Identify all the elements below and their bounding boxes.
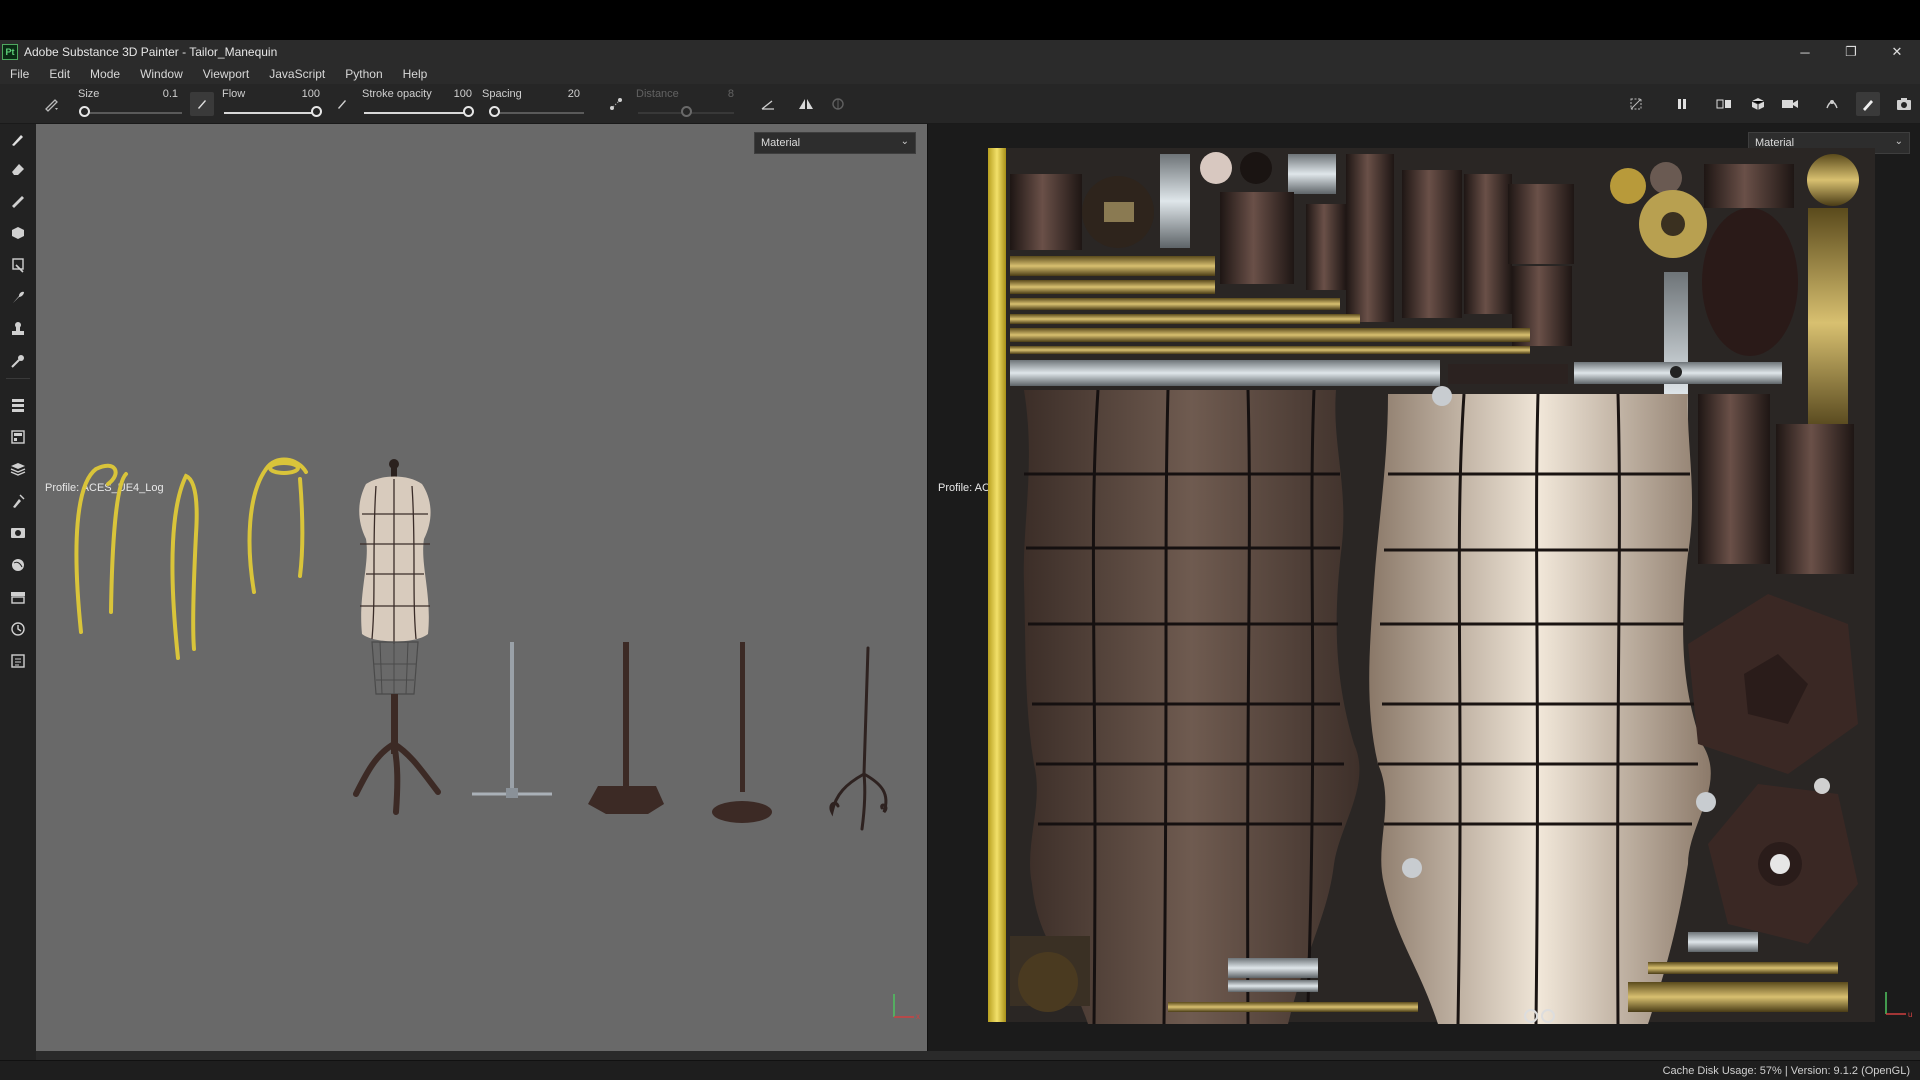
size-slider-knob[interactable]	[79, 106, 90, 117]
flow-pen-pressure-toggle[interactable]	[190, 92, 214, 116]
viewport-2d[interactable]: Material ⌄ Profile: ACES_UE4_Log	[928, 124, 1920, 1051]
eraser-tool-icon[interactable]	[6, 158, 30, 180]
tape-measure-mesh	[74, 457, 308, 660]
stroke-opacity-pen-pressure-toggle[interactable]	[330, 92, 354, 116]
spacing-label: Spacing	[482, 88, 522, 100]
screenshot-icon[interactable]	[1892, 92, 1916, 116]
menu-viewport[interactable]: Viewport	[203, 67, 249, 81]
size-slider-track[interactable]	[84, 112, 182, 114]
menu-mode[interactable]: Mode	[90, 67, 120, 81]
uv-texture-render: u	[988, 148, 1912, 1025]
status-text: Cache Disk Usage: 57% | Version: 9.1.2 (…	[1662, 1065, 1910, 1077]
stroke-opacity-slider-knob[interactable]	[463, 106, 474, 117]
restore-button[interactable]: ❐	[1828, 40, 1874, 64]
menu-window[interactable]: Window	[140, 67, 183, 81]
distance-slider-knob	[681, 106, 692, 117]
flow-value[interactable]: 100	[290, 88, 320, 100]
dress-form-mesh	[353, 459, 441, 815]
menu-python[interactable]: Python	[345, 67, 382, 81]
display-settings-panel-icon[interactable]	[6, 522, 30, 544]
tripod-stand-mesh	[829, 646, 888, 831]
size-label: Size	[78, 88, 100, 100]
spacing-slider-track[interactable]	[494, 112, 584, 114]
lazy-mouse-icon[interactable]	[604, 92, 628, 116]
projection-tool-icon[interactable]	[6, 190, 30, 212]
pause-engine-icon[interactable]	[1670, 92, 1694, 116]
flow-slider-fill	[224, 112, 316, 114]
uv-axis-gizmo: u	[1885, 992, 1912, 1019]
viewport-3d[interactable]: Material ⌄ Profile: ACES_UE4_Log x	[36, 124, 928, 1051]
menu-help[interactable]: Help	[403, 67, 428, 81]
symmetry-settings-icon	[826, 92, 850, 116]
round-base-stand-mesh	[712, 642, 772, 823]
menu-edit[interactable]: Edit	[49, 67, 70, 81]
brush-preset-icon[interactable]	[40, 92, 64, 116]
spacing-slider-knob[interactable]	[489, 106, 500, 117]
painting-mode-icon[interactable]	[1856, 92, 1880, 116]
uv-fabric-light-shell	[1369, 394, 1711, 1024]
menu-javascript[interactable]: JavaScript	[269, 67, 325, 81]
tools-sidebar	[0, 124, 36, 1060]
axis-gizmo: x	[893, 994, 920, 1021]
assets-icon[interactable]	[6, 586, 30, 608]
minimize-button[interactable]: ─	[1782, 40, 1828, 64]
line-angle-icon[interactable]	[756, 92, 780, 116]
properties-icon[interactable]	[6, 490, 30, 512]
size-value[interactable]: 0.1	[148, 88, 178, 100]
distance-value: 8	[727, 88, 734, 100]
texture-set-list-icon[interactable]	[6, 394, 30, 416]
status-bar: Cache Disk Usage: 57% | Version: 9.1.2 (…	[0, 1060, 1920, 1080]
shader-settings-icon[interactable]	[6, 554, 30, 576]
hide-ui-icon[interactable]	[1624, 92, 1648, 116]
history-icon[interactable]	[6, 618, 30, 640]
menu-bar: File Edit Mode Window Viewport JavaScrip…	[0, 64, 1920, 84]
spacing-value[interactable]: 20	[550, 88, 580, 100]
window-title: Adobe Substance 3D Painter - Tailor_Mane…	[24, 45, 278, 59]
svg-text:x: x	[916, 1012, 920, 1021]
clone-tool-icon[interactable]	[6, 286, 30, 308]
stroke-opacity-label: Stroke opacity	[362, 88, 432, 100]
texture-set-settings-icon[interactable]	[6, 426, 30, 448]
stroke-opacity-slider-fill	[364, 112, 468, 114]
viewport-split-icon[interactable]	[1712, 92, 1736, 116]
title-bar: Pt Adobe Substance 3D Painter - Tailor_M…	[0, 40, 1920, 64]
window-controls: ─ ❐ ✕	[1782, 40, 1920, 64]
metal-stand-mesh	[472, 642, 552, 798]
smudge-tool-icon[interactable]	[6, 254, 30, 276]
scene-3d-render: x	[74, 457, 920, 1021]
camera-settings-icon[interactable]	[1778, 92, 1802, 116]
iray-render-icon[interactable]	[1820, 92, 1844, 116]
paint-brush-tool-icon[interactable]	[6, 128, 30, 150]
menu-file[interactable]: File	[10, 67, 29, 81]
tools-separator	[6, 378, 30, 379]
display-settings-icon[interactable]	[1746, 92, 1770, 116]
wooden-stand-mesh	[588, 642, 664, 814]
symmetry-icon[interactable]	[794, 92, 818, 116]
close-button[interactable]: ✕	[1874, 40, 1920, 64]
viewport-scroll-strip	[36, 1051, 1920, 1060]
app-logo-icon: Pt	[2, 44, 18, 60]
flow-slider-knob[interactable]	[311, 106, 322, 117]
layers-icon[interactable]	[6, 458, 30, 480]
color-picker-tool-icon[interactable]	[6, 350, 30, 372]
stamp-tool-icon[interactable]	[6, 318, 30, 340]
tool-properties-bar: Size 0.1 Flow 100 Stroke opacity 100 Spa…	[0, 84, 1920, 124]
stroke-opacity-value[interactable]: 100	[442, 88, 472, 100]
polygon-fill-tool-icon[interactable]	[6, 222, 30, 244]
log-icon[interactable]	[6, 650, 30, 672]
flow-label: Flow	[222, 88, 246, 100]
uv-tape-strip	[988, 148, 1006, 1022]
distance-label: Distance	[636, 88, 679, 100]
svg-text:u: u	[1908, 1010, 1912, 1019]
